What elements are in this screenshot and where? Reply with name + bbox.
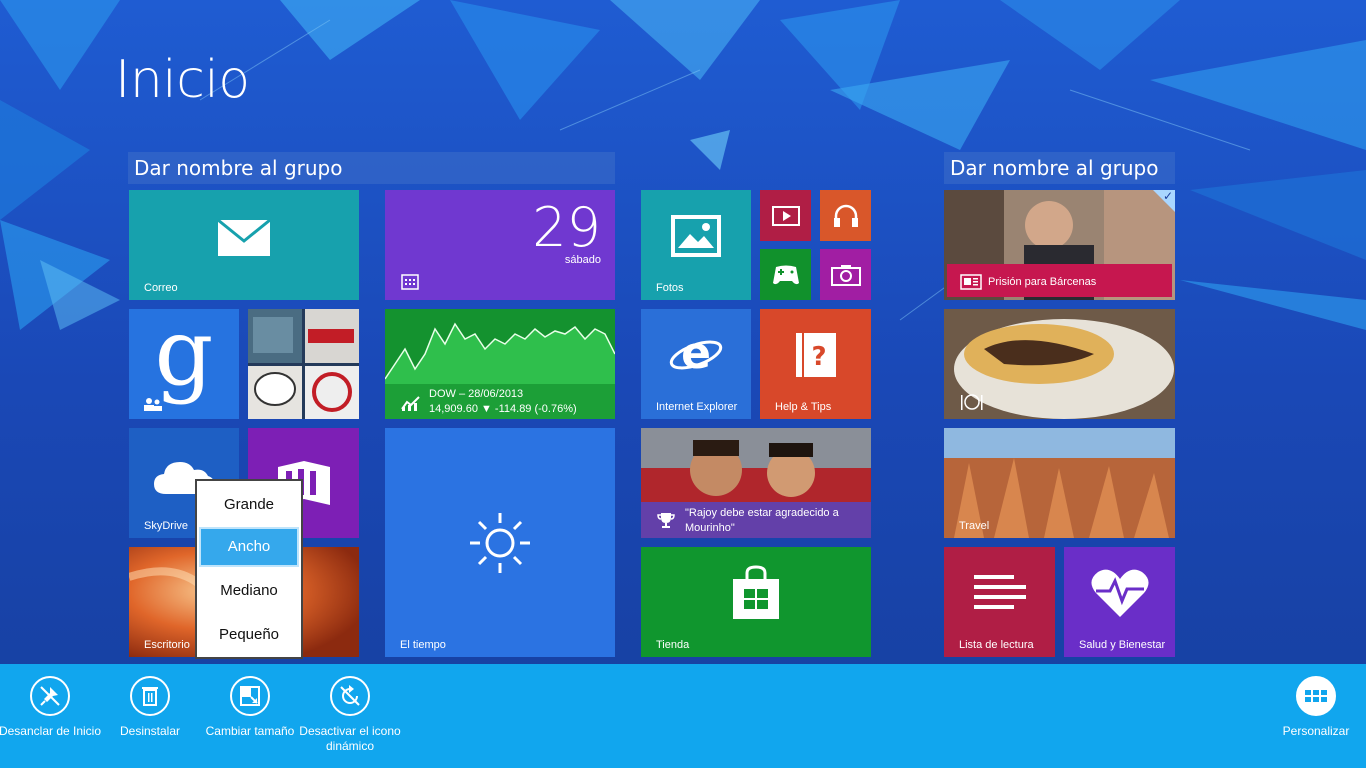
tile-news[interactable]: Prisión para Bárcenas ✓: [944, 190, 1175, 300]
tile-finance[interactable]: DOW – 28/06/2013 14,909.60 ▼ -114.89 (-0…: [385, 309, 615, 419]
tile-travel[interactable]: Travel: [944, 428, 1175, 538]
tile-label: Help & Tips: [775, 401, 832, 413]
tile-internet-explorer[interactable]: e Internet Explorer: [641, 309, 751, 419]
tile-music[interactable]: [820, 190, 871, 241]
resize-menu: Grande Ancho Mediano Pequeño: [195, 479, 303, 659]
resize-button[interactable]: Cambiar tamaño: [195, 676, 305, 739]
tile-label: SkyDrive: [144, 520, 189, 532]
resize-label: Cambiar tamaño: [205, 724, 295, 738]
tile-label: Lista de lectura: [959, 639, 1034, 651]
unpin-label: Desanclar de Inicio: [0, 724, 102, 738]
tile-label: Fotos: [656, 282, 684, 294]
calendar-day-number: 29: [532, 196, 601, 259]
video-icon: [771, 205, 800, 226]
group-header-1[interactable]: Dar nombre al grupo: [128, 152, 615, 184]
finance-quote: 14,909.60 ▼ -114.89 (-0.76%): [429, 403, 577, 415]
gamepad-icon: [772, 265, 799, 284]
menu-item-large[interactable]: Grande: [199, 485, 299, 525]
sun-icon: [470, 512, 530, 573]
tile-label: Internet Explorer: [656, 401, 738, 413]
tile-store[interactable]: Tienda: [641, 547, 871, 657]
stock-chart-icon: [401, 396, 420, 411]
tile-weather[interactable]: El tiempo: [385, 428, 615, 657]
app-bar: Desanclar de Inicio Desinstalar Cambiar …: [0, 664, 1366, 768]
tile-label: Correo: [144, 282, 178, 294]
customize-button[interactable]: Personalizar: [1261, 676, 1366, 739]
news-icon: [960, 274, 982, 290]
tile-reading-list[interactable]: Lista de lectura: [944, 547, 1055, 657]
meme-thumbnails-image: [248, 309, 359, 419]
checkmark-icon: ✓: [1162, 190, 1173, 203]
trophy-icon: [657, 513, 675, 528]
tile-camera[interactable]: [820, 249, 871, 300]
resize-icon: [230, 676, 270, 716]
group-header-2[interactable]: Dar nombre al grupo: [944, 152, 1175, 184]
tile-label: Travel: [959, 520, 990, 532]
tile-help-tips[interactable]: ? Help & Tips: [760, 309, 871, 419]
heart-icon: [1090, 569, 1149, 618]
live-tile-off-button[interactable]: Desactivar el icono dinámico: [295, 676, 405, 754]
tile-photos[interactable]: Fotos: [641, 190, 751, 300]
unpin-icon: [30, 676, 70, 716]
google-g-icon: g: [154, 309, 214, 406]
page-title: Inicio: [115, 50, 250, 110]
customize-icon: [1296, 676, 1336, 716]
mail-icon: [217, 219, 271, 257]
tile-calendar[interactable]: 29 sábado: [385, 190, 615, 300]
tile-health[interactable]: Salud y Bienestar: [1064, 547, 1175, 657]
photos-icon: [671, 215, 721, 258]
sports-headline: "Rajoy debe estar agradecido a Mourinho": [685, 507, 839, 534]
tile-food[interactable]: [944, 309, 1175, 419]
calendar-day-name: sábado: [564, 254, 601, 266]
live-tile-off-label: Desactivar el icono dinámico: [299, 724, 401, 753]
restaurant-icon: [961, 394, 983, 410]
tile-meme-app[interactable]: [248, 309, 359, 419]
menu-item-medium[interactable]: Mediano: [199, 571, 299, 611]
uninstall-label: Desinstalar: [119, 724, 181, 738]
unpin-button[interactable]: Desanclar de Inicio: [0, 676, 105, 739]
tile-video[interactable]: [760, 190, 811, 241]
live-tile-off-icon: [330, 676, 370, 716]
people-icon: [144, 398, 162, 411]
finance-index: DOW – 28/06/2013: [429, 388, 524, 400]
news-headline: Prisión para Bárcenas: [988, 276, 1097, 288]
internet-explorer-icon: e: [669, 330, 723, 379]
menu-item-small[interactable]: Pequeño: [199, 615, 299, 655]
svg-text:e: e: [681, 330, 711, 379]
tile-google[interactable]: g: [129, 309, 239, 419]
tile-label: Salud y Bienestar: [1079, 639, 1166, 651]
tile-games[interactable]: [760, 249, 811, 300]
help-book-icon: ?: [795, 333, 836, 378]
tile-label: Escritorio: [144, 639, 190, 651]
calendar-icon: [401, 274, 419, 290]
customize-label: Personalizar: [1282, 724, 1350, 738]
uninstall-button[interactable]: Desinstalar: [95, 676, 205, 739]
svg-text:?: ?: [811, 342, 826, 372]
trash-icon: [130, 676, 170, 716]
store-bag-icon: [733, 565, 779, 620]
tile-sports[interactable]: "Rajoy debe estar agradecido a Mourinho": [641, 428, 871, 538]
tile-mail[interactable]: Correo: [129, 190, 359, 300]
tile-label: Tienda: [656, 639, 690, 651]
reading-list-icon: [973, 575, 1026, 610]
headphones-icon: [833, 204, 858, 227]
camera-icon: [830, 264, 861, 286]
tile-label: El tiempo: [400, 639, 446, 651]
menu-item-wide[interactable]: Ancho: [199, 527, 299, 567]
